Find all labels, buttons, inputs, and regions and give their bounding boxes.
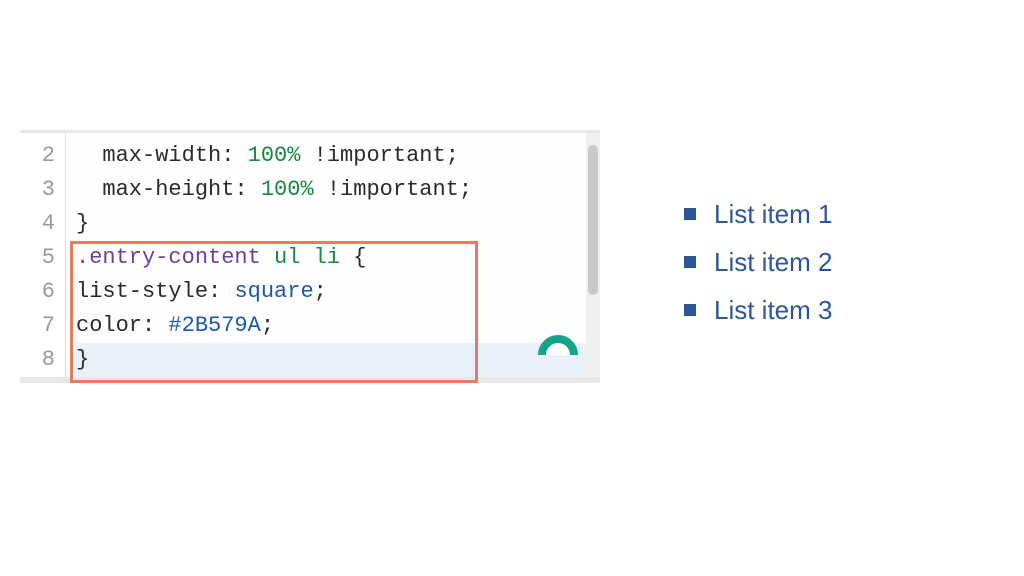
scrollbar-track[interactable] bbox=[586, 133, 600, 377]
list-item: List item 2 bbox=[684, 238, 954, 286]
code-line[interactable]: list-style: square; bbox=[76, 275, 600, 309]
code-line[interactable]: color: #2B579A; bbox=[76, 309, 600, 343]
code-line[interactable]: .entry-content ul li { bbox=[76, 241, 600, 275]
square-bullet-icon bbox=[684, 256, 696, 268]
square-bullet-icon bbox=[684, 208, 696, 220]
line-number: 7 bbox=[20, 309, 55, 343]
line-number-gutter: 2 3 4 5 6 7 8 bbox=[20, 133, 66, 377]
code-line[interactable]: max-height: 100% !important; bbox=[76, 173, 600, 207]
code-content[interactable]: max-width: 100% !important; max-height: … bbox=[66, 133, 600, 377]
scrollbar-thumb[interactable] bbox=[588, 145, 598, 295]
line-number: 5 bbox=[20, 241, 55, 275]
code-line[interactable]: } bbox=[76, 207, 600, 241]
list-item-label: List item 3 bbox=[714, 286, 833, 334]
list-item-label: List item 2 bbox=[714, 238, 833, 286]
code-line[interactable]: } bbox=[76, 343, 600, 377]
line-number: 4 bbox=[20, 207, 55, 241]
list-item: List item 3 bbox=[684, 286, 954, 334]
styled-list: List item 1 List item 2 List item 3 bbox=[684, 190, 954, 334]
line-number: 6 bbox=[20, 275, 55, 309]
square-bullet-icon bbox=[684, 304, 696, 316]
grammarly-icon[interactable] bbox=[538, 335, 578, 355]
code-editor-panel: 2 3 4 5 6 7 8 max-width: 100% !important… bbox=[20, 130, 600, 383]
list-item-label: List item 1 bbox=[714, 190, 833, 238]
line-number: 3 bbox=[20, 173, 55, 207]
list-item: List item 1 bbox=[684, 190, 954, 238]
preview-panel: List item 1 List item 2 List item 3 bbox=[684, 190, 954, 334]
line-number: 8 bbox=[20, 343, 55, 377]
code-area[interactable]: 2 3 4 5 6 7 8 max-width: 100% !important… bbox=[20, 133, 600, 377]
line-number: 2 bbox=[20, 139, 55, 173]
code-line[interactable]: max-width: 100% !important; bbox=[76, 139, 600, 173]
